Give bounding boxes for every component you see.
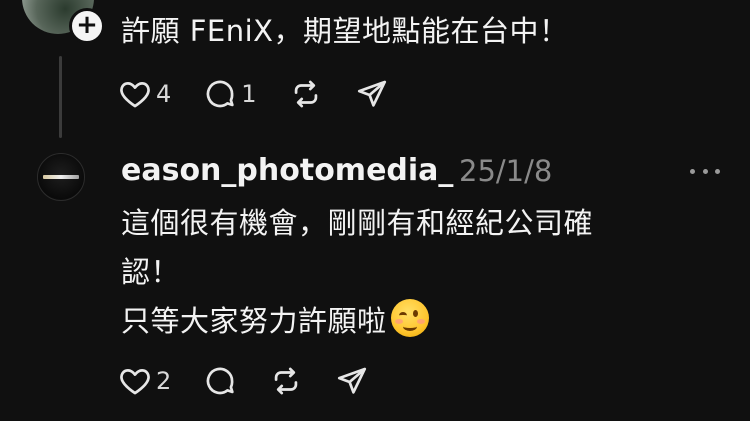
reply-button[interactable] (203, 364, 237, 398)
heart-icon (120, 82, 150, 108)
like-count: 4 (156, 80, 172, 108)
follow-plus-icon[interactable]: + (69, 8, 105, 44)
repost-icon (294, 80, 317, 108)
avatar[interactable] (37, 153, 85, 201)
share-icon (338, 367, 367, 394)
thread-connector-line (59, 56, 62, 138)
avatar-logo (43, 175, 79, 179)
share-icon (357, 80, 386, 107)
repost-button[interactable] (289, 77, 323, 111)
repost-icon (275, 367, 298, 395)
comment-icon (206, 367, 234, 395)
reply-button[interactable]: 1 (203, 77, 257, 111)
heart-icon (120, 369, 150, 395)
share-button[interactable] (335, 364, 369, 398)
share-button[interactable] (355, 77, 389, 111)
reply-count: 1 (241, 80, 257, 108)
comment-text: 這個很有機會，剛剛有和經紀公司確 認！ 只等大家努力許願啦 (121, 199, 681, 346)
comment-line-text: 只等大家努力許願啦 (121, 304, 387, 338)
username[interactable]: eason_photomedia_ (121, 150, 453, 192)
like-button[interactable]: 2 (118, 364, 171, 398)
thread-view: + 許願 FEniX，期望地點能在台中！ 4 1 eason_photomedi… (0, 0, 750, 421)
comment-line: 這個很有機會，剛剛有和經紀公司確 (121, 206, 594, 240)
winking-face-emoji (390, 299, 429, 337)
comment-actions: 4 1 (118, 74, 421, 114)
comment-icon (206, 80, 234, 108)
timestamp: 25/1/8 (459, 154, 553, 188)
like-count: 2 (156, 367, 172, 395)
comment-actions: 2 (118, 361, 401, 401)
comment-line: 只等大家努力許願啦 (121, 297, 681, 346)
comment-line: 認！ (121, 255, 181, 289)
repost-button[interactable] (269, 364, 303, 398)
more-icon[interactable] (690, 166, 720, 176)
like-button[interactable]: 4 (118, 77, 171, 111)
comment-text: 許願 FEniX，期望地點能在台中！ (121, 14, 569, 48)
